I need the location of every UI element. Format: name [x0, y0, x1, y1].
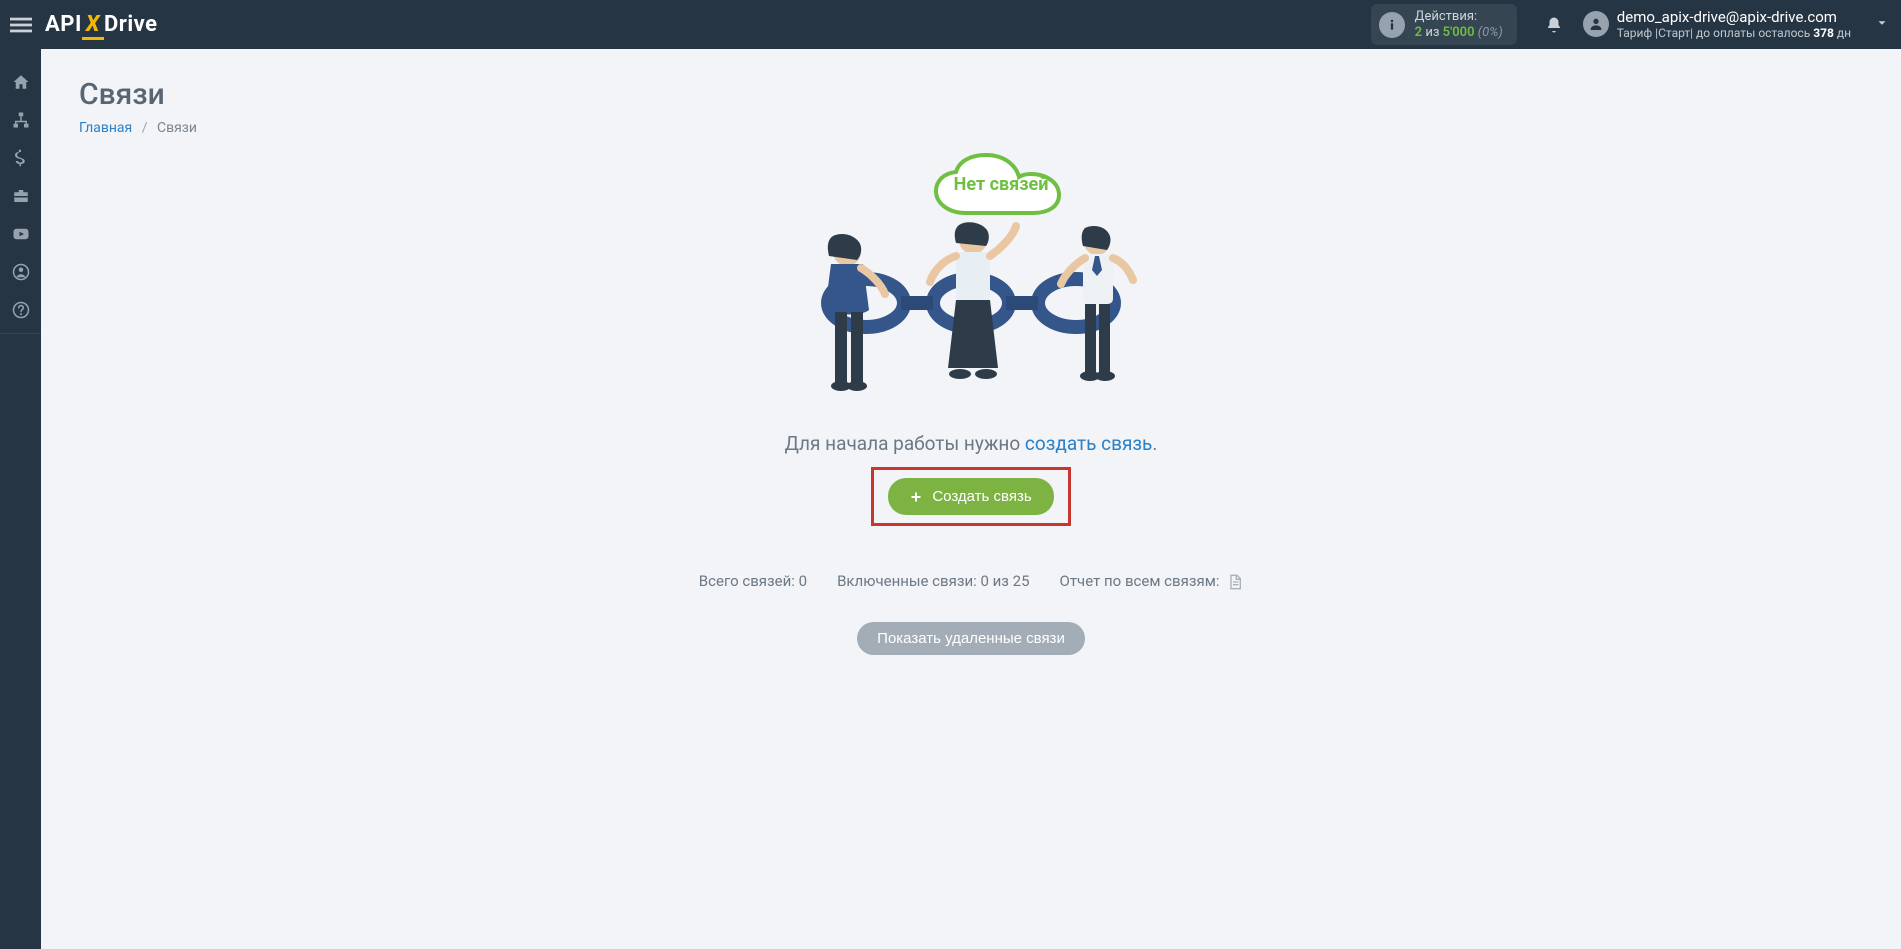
empty-illustration: Нет связей — [801, 156, 1141, 416]
app-header: API X Drive Действия: 2 из 5'000 (0%) de… — [0, 0, 1901, 49]
create-connection-button[interactable]: Создать связь — [888, 478, 1053, 515]
notifications-button[interactable] — [1537, 16, 1571, 34]
page-title: Связи — [79, 77, 1863, 112]
menu-toggle-button[interactable] — [0, 0, 41, 49]
avatar — [1583, 11, 1609, 37]
breadcrumb: Главная / Связи — [79, 120, 1863, 136]
file-icon — [1227, 574, 1243, 590]
nav-account[interactable] — [0, 253, 41, 291]
user-menu[interactable]: demo_apix-drive@apix-drive.com Тариф |Ст… — [1583, 8, 1851, 40]
plus-icon — [910, 491, 922, 503]
stat-report: Отчет по всем связям: — [1060, 572, 1244, 590]
actions-pct: (0%) — [1478, 25, 1503, 40]
main-content: Связи Главная / Связи Нет связей — [41, 49, 1901, 949]
breadcrumb-current: Связи — [157, 120, 197, 136]
person-icon — [1057, 226, 1137, 411]
breadcrumb-home[interactable]: Главная — [79, 120, 132, 136]
dollar-icon — [12, 149, 30, 167]
actions-label: Действия: — [1415, 9, 1503, 25]
logo-text-x: X — [84, 12, 102, 37]
youtube-icon — [12, 225, 30, 243]
empty-state: Нет связей — [79, 156, 1863, 655]
show-deleted-button[interactable]: Показать удаленные связи — [857, 622, 1085, 655]
logo[interactable]: API X Drive — [45, 12, 158, 37]
stats-row: Всего связей: 0 Включенные связи: 0 из 2… — [79, 572, 1863, 590]
user-email: demo_apix-drive@apix-drive.com — [1617, 8, 1851, 26]
info-icon — [1379, 12, 1405, 38]
empty-hint: Для начала работы нужно создать связь. — [79, 432, 1863, 455]
question-icon — [12, 301, 30, 319]
user-icon — [1588, 16, 1604, 32]
bell-icon — [1545, 16, 1563, 34]
create-button-highlight: Создать связь — [871, 467, 1070, 526]
nav-help[interactable] — [0, 291, 41, 329]
actions-used: 2 — [1415, 25, 1422, 40]
stat-enabled: Включенные связи: 0 из 25 — [837, 572, 1029, 590]
left-sidebar — [0, 49, 41, 949]
sitemap-icon — [12, 111, 30, 129]
person-icon — [926, 222, 1021, 412]
user-menu-caret[interactable] — [1875, 15, 1889, 34]
user-circle-icon — [12, 263, 30, 281]
nav-home[interactable] — [0, 63, 41, 101]
hamburger-icon — [10, 14, 32, 36]
report-download[interactable] — [1227, 574, 1243, 590]
nav-tools[interactable] — [0, 177, 41, 215]
actions-counter[interactable]: Действия: 2 из 5'000 (0%) — [1371, 4, 1517, 45]
create-link[interactable]: создать связь — [1025, 432, 1152, 455]
logo-text-pre: API — [45, 12, 82, 37]
nav-billing[interactable] — [0, 139, 41, 177]
logo-text-post: Drive — [104, 12, 158, 37]
cloud-text: Нет связей — [936, 174, 1066, 195]
person-icon — [813, 234, 893, 414]
briefcase-icon — [12, 187, 30, 205]
actions-limit: 5'000 — [1443, 25, 1475, 40]
nav-video[interactable] — [0, 215, 41, 253]
chevron-down-icon — [1875, 16, 1889, 30]
actions-sep: из — [1422, 25, 1443, 40]
home-icon — [12, 73, 30, 91]
user-plan: Тариф |Старт| до оплаты осталось 378 дн — [1617, 26, 1851, 40]
nav-connections[interactable] — [0, 101, 41, 139]
stat-total: Всего связей: 0 — [699, 572, 807, 590]
